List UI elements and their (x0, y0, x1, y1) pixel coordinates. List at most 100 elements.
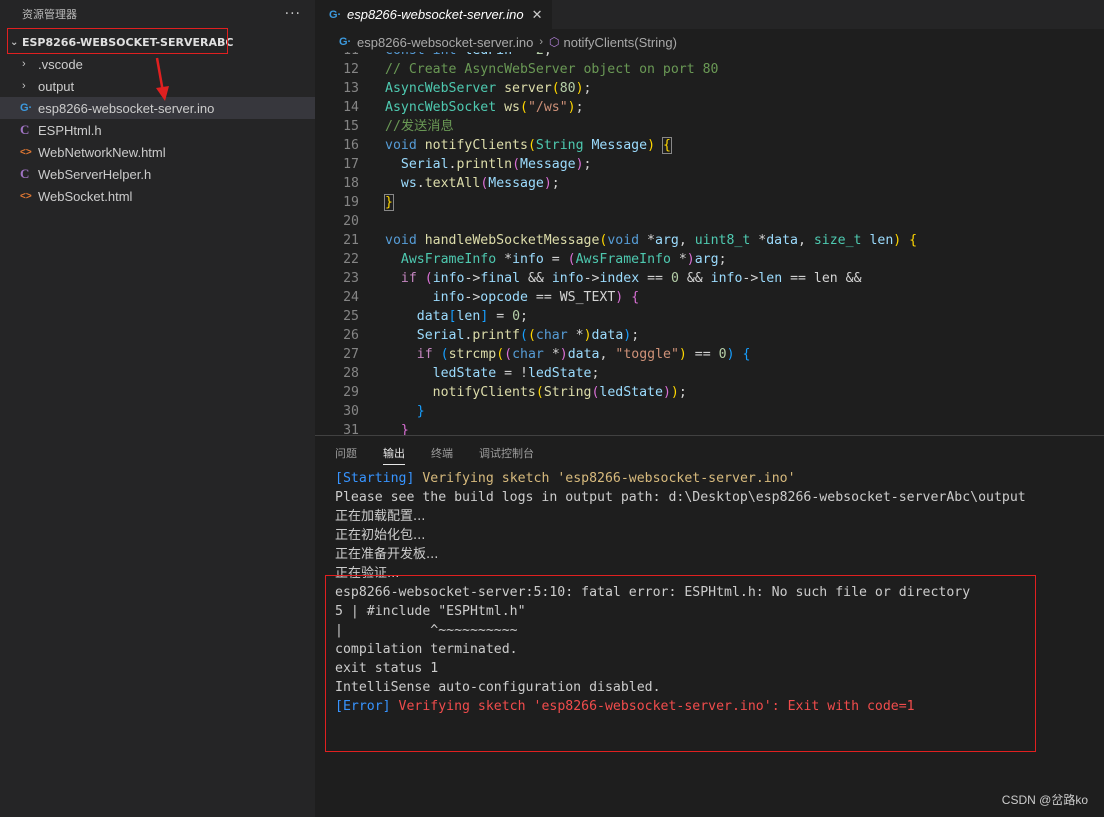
tree-item-label: WebNetworkNew.html (38, 144, 166, 160)
code-line: 20 (315, 212, 917, 231)
code-line: 30 } (315, 402, 917, 421)
output-log[interactable]: [Starting] Verifying sketch 'esp8266-web… (335, 469, 1026, 716)
fatal-error-line: esp8266-websocket-server:5:10: fatal err… (335, 585, 971, 600)
tree-item-websocket[interactable]: <> WebSocket.html (0, 185, 315, 207)
explorer-sidebar: 资源管理器 ··· ⌄ ESP8266-WEBSOCKET-SERVERABC … (0, 0, 315, 817)
line-number: 12 (343, 62, 359, 77)
html-file-icon: <> (20, 190, 32, 202)
output-line: compilation terminated. (335, 642, 518, 657)
workspace-folder-label: ESP8266-WEBSOCKET-SERVERABC (22, 35, 234, 49)
output-line: [Starting] Verifying sketch 'esp8266-web… (335, 469, 1026, 488)
starting-tag: [Starting] (335, 471, 415, 486)
output-line: 正在加载配置... (335, 509, 426, 524)
breadcrumb-file[interactable]: esp8266-websocket-server.ino (357, 35, 533, 50)
tree-item-label: WebServerHelper.h (38, 166, 152, 182)
tree-item-webnetworknew[interactable]: <> WebNetworkNew.html (0, 141, 315, 163)
tab-terminal[interactable]: 终端 (431, 436, 453, 470)
line-number: 31 (343, 423, 359, 435)
c-header-file-icon: C (20, 122, 30, 137)
tree-item-webserverhelper[interactable]: C WebServerHelper.h (0, 163, 315, 185)
line-number: 19 (343, 195, 359, 210)
line-number: 28 (343, 366, 359, 381)
code-line: 31 } (315, 421, 917, 435)
output-line: 5 | #include "ESPHtml.h" (335, 604, 526, 619)
code-line: 25 data[len] = 0; (315, 307, 917, 326)
editor-area: G· esp8266-websocket-server.ino ✕ G· esp… (315, 0, 1104, 435)
tree-item-label: esp8266-websocket-server.ino (38, 100, 215, 116)
line-number: 11 (315, 52, 359, 60)
code-line: 23 if (info->final && info->index == 0 &… (315, 269, 917, 288)
breadcrumb-symbol[interactable]: notifyClients(String) (563, 35, 676, 50)
annotation-arrow-icon (155, 57, 169, 101)
line-number: 13 (343, 81, 359, 96)
code-line: 27 if (strcmp((char *)data, "toggle") ==… (315, 345, 917, 364)
more-actions-icon[interactable]: ··· (285, 6, 301, 22)
code-line: 24 info->opcode == WS_TEXT) { (315, 288, 917, 307)
chevron-right-icon: › (22, 58, 26, 70)
bottom-panel: 问题 输出 终端 调试控制台 [Starting] Verifying sket… (315, 435, 1104, 817)
line-number: 16 (343, 138, 359, 153)
code-line: 12// Create AsyncWebServer object on por… (315, 60, 917, 79)
arduino-file-icon: G· (329, 8, 342, 21)
code-line: 13 AsyncWebServer server(80); (315, 79, 917, 98)
code-line: 18 ws.textAll(Message); (315, 174, 917, 193)
chevron-right-icon: › (539, 36, 543, 48)
line-number: 30 (343, 404, 359, 419)
code-line: 14 AsyncWebSocket ws("/ws"); (315, 98, 917, 117)
tree-item-label: ESPHtml.h (38, 122, 102, 138)
line-number: 21 (343, 233, 359, 248)
tree-item-label: .vscode (38, 56, 83, 72)
line-number: 25 (343, 309, 359, 324)
code-line: 28 ledState = !ledState; (315, 364, 917, 383)
chevron-down-icon: ⌄ (10, 36, 19, 48)
line-number: 20 (343, 214, 359, 229)
tab-label: esp8266-websocket-server.ino (347, 7, 524, 22)
line-number: 26 (343, 328, 359, 343)
method-icon: ⬡ (549, 35, 560, 49)
output-line: 正在初始化包... (335, 528, 426, 543)
explorer-header: 资源管理器 ··· (0, 0, 315, 28)
tab-output[interactable]: 输出 (383, 436, 405, 470)
code-line: 29 notifyClients(String(ledState)); (315, 383, 917, 402)
output-line: 正在验证... (335, 566, 400, 581)
explorer-title: 资源管理器 (22, 8, 77, 21)
code-line: 26 Serial.printf((char *)data); (315, 326, 917, 345)
error-message: Verifying sketch 'esp8266-websocket-serv… (398, 699, 915, 714)
arduino-file-icon: G· (339, 36, 352, 48)
line-number: 18 (343, 176, 359, 191)
code-line: 22 AwsFrameInfo *info = (AwsFrameInfo *)… (315, 250, 917, 269)
code-line: 15//发送消息 (315, 117, 917, 136)
code-line: 17 Serial.println(Message); (315, 155, 917, 174)
tab-problems[interactable]: 问题 (335, 436, 357, 470)
output-line: | ^~~~~~~~~~~ (335, 623, 518, 638)
c-header-file-icon: C (20, 166, 30, 181)
tab-debug-console[interactable]: 调试控制台 (479, 436, 534, 470)
tab-ino[interactable]: G· esp8266-websocket-server.ino ✕ (315, 0, 553, 29)
code-view[interactable]: 11const int ledPin = 2; 12// Create Asyn… (315, 52, 1104, 435)
output-line: Please see the build logs in output path… (335, 490, 1026, 505)
code-line: 19} (315, 193, 917, 212)
line-number: 24 (343, 290, 359, 305)
code-line: 21 void handleWebSocketMessage(void *arg,… (315, 231, 917, 250)
tree-item-label: WebSocket.html (38, 188, 133, 204)
line-number: 23 (343, 271, 359, 286)
chevron-right-icon: › (22, 80, 26, 92)
error-tag: [Error] (335, 699, 391, 714)
output-line: IntelliSense auto-configuration disabled… (335, 680, 661, 695)
output-line: 正在准备开发板... (335, 547, 439, 562)
line-number: 14 (343, 100, 359, 115)
code-line: 11const int ledPin = 2; (315, 52, 917, 60)
html-file-icon: <> (20, 146, 32, 158)
line-number: 15 (343, 119, 359, 134)
output-line: [Error] Verifying sketch 'esp8266-websoc… (335, 697, 1026, 716)
line-number: 27 (343, 347, 359, 362)
close-icon[interactable]: ✕ (532, 7, 543, 23)
line-number: 22 (343, 252, 359, 267)
starting-message: Verifying sketch 'esp8266-websocket-serv… (422, 471, 796, 486)
arduino-file-icon: G· (20, 102, 33, 114)
line-number: 29 (343, 385, 359, 400)
tree-item-esphtml[interactable]: C ESPHtml.h (0, 119, 315, 141)
workspace-folder[interactable]: ⌄ ESP8266-WEBSOCKET-SERVERABC (0, 31, 315, 53)
tree-item-label: output (38, 78, 75, 94)
panel-tabs: 问题 输出 终端 调试控制台 (315, 436, 1104, 470)
